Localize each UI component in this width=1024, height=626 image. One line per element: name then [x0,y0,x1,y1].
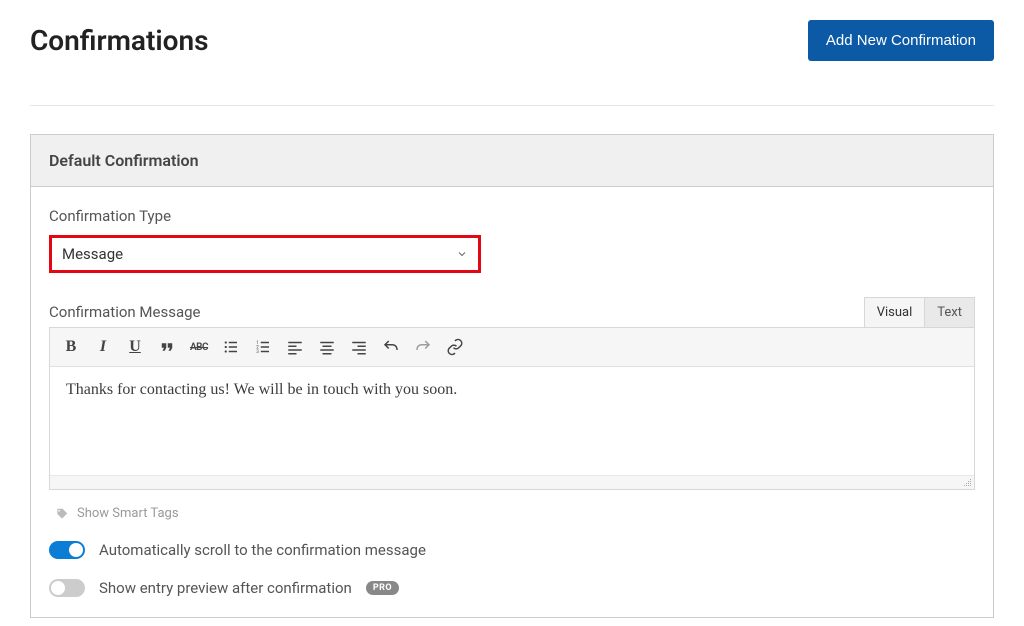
blockquote-button[interactable] [154,334,180,360]
confirmation-type-select[interactable]: Message [49,235,481,273]
align-left-button[interactable] [282,334,308,360]
align-right-icon [350,338,368,356]
blockquote-icon [158,338,176,356]
align-center-button[interactable] [314,334,340,360]
redo-button[interactable] [410,334,436,360]
auto-scroll-label: Automatically scroll to the confirmation… [99,541,426,559]
italic-button[interactable]: I [90,334,116,360]
tag-icon [55,507,69,521]
numbered-list-button[interactable]: 123 [250,334,276,360]
show-smart-tags-button[interactable]: Show Smart Tags [49,506,975,521]
add-new-confirmation-button[interactable]: Add New Confirmation [808,20,994,61]
editor: B I U ABC 123 [49,327,975,490]
header-divider [30,105,994,106]
align-center-icon [318,338,336,356]
underline-button[interactable]: U [122,334,148,360]
undo-icon [382,338,400,356]
entry-preview-label: Show entry preview after confirmation [99,579,352,597]
resize-grip-icon[interactable] [962,477,972,487]
panel-header: Default Confirmation [31,135,993,187]
link-icon [446,338,464,356]
confirmation-type-value: Message [62,245,123,263]
redo-icon [414,338,432,356]
auto-scroll-toggle[interactable] [49,541,85,559]
undo-button[interactable] [378,334,404,360]
panel-title: Default Confirmation [49,151,975,170]
strikethrough-button[interactable]: ABC [186,334,212,360]
tab-text[interactable]: Text [925,298,974,327]
bullet-list-button[interactable] [218,334,244,360]
smart-tags-label: Show Smart Tags [77,506,179,521]
bold-button[interactable]: B [58,334,84,360]
editor-statusbar [50,475,974,489]
editor-toolbar: B I U ABC 123 [50,328,974,367]
editor-textarea[interactable]: Thanks for contacting us! We will be in … [50,367,974,475]
align-left-icon [286,338,304,356]
bullet-list-icon [222,338,240,356]
confirmation-panel: Default Confirmation Confirmation Type M… [30,134,994,618]
editor-tabs: Visual Text [864,297,975,327]
link-button[interactable] [442,334,468,360]
svg-text:3: 3 [256,349,259,355]
numbered-list-icon: 123 [254,338,272,356]
align-right-button[interactable] [346,334,372,360]
tab-visual[interactable]: Visual [865,298,926,327]
chevron-down-icon [456,248,468,260]
confirmation-type-label: Confirmation Type [49,207,975,225]
entry-preview-toggle[interactable] [49,579,85,597]
confirmation-message-label: Confirmation Message [49,303,201,321]
pro-badge: PRO [366,581,399,595]
page-title: Confirmations [30,24,209,57]
